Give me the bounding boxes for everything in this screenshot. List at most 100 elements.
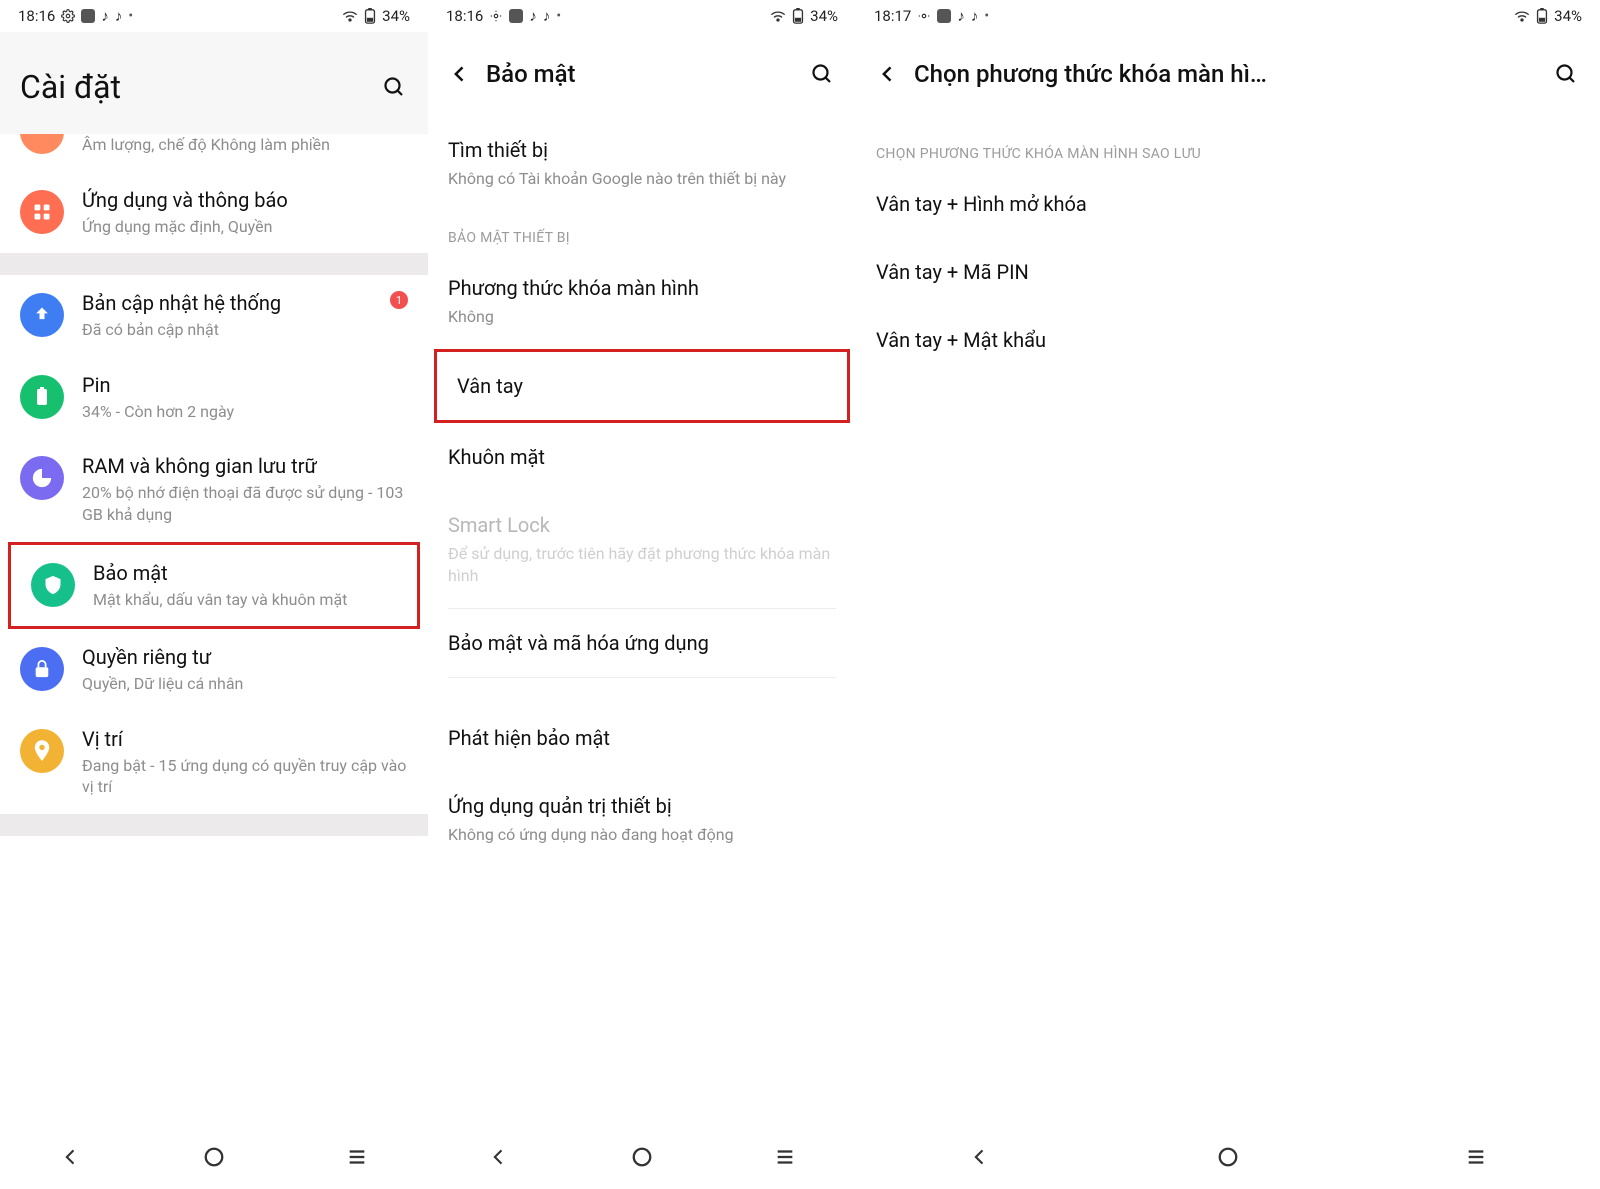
item-title: Phương thức khóa màn hình — [448, 276, 836, 300]
settings-list: Âm lượng, chế độ Không làm phiền Ứng dụn… — [0, 134, 428, 1125]
settings-item-storage[interactable]: RAM và không gian lưu trữ 20% bộ nhớ điệ… — [0, 438, 428, 541]
lock-options-list: CHỌN PHƯƠNG THỨC KHÓA MÀN HÌNH SAO LƯU V… — [856, 116, 1600, 1125]
search-button[interactable] — [380, 73, 408, 101]
highlight-security: Bảo mật Mật khẩu, dấu vân tay và khuôn m… — [8, 542, 420, 630]
tiktok-icon: ♪ — [543, 7, 551, 25]
battery-icon — [792, 8, 804, 24]
item-screen-lock[interactable]: Phương thức khóa màn hình Không — [428, 254, 856, 350]
more-icon: • — [128, 8, 133, 24]
settings-item-battery[interactable]: Pin 34% - Còn hơn 2 ngày — [0, 357, 428, 439]
item-title: Vân tay + Hình mở khóa — [876, 192, 1580, 216]
item-find-device[interactable]: Tìm thiết bị Không có Tài khoản Google n… — [428, 116, 856, 212]
battery-percent: 34% — [1554, 7, 1582, 25]
item-subtitle: Mật khẩu, dấu vân tay và khuôn mặt — [93, 589, 397, 611]
item-title: Bản cập nhật hệ thống — [82, 291, 372, 315]
settings-item-security[interactable]: Bảo mật Mật khẩu, dấu vân tay và khuôn m… — [11, 545, 417, 627]
navigation-bar — [0, 1125, 428, 1189]
option-fingerprint-pattern[interactable]: Vân tay + Hình mở khóa — [856, 170, 1600, 238]
search-button[interactable] — [808, 60, 836, 88]
item-subtitle: Đã có bản cập nhật — [82, 319, 372, 341]
item-device-admin[interactable]: Ứng dụng quản trị thiết bị Không có ứng … — [428, 772, 856, 868]
item-title: Bảo mật và mã hóa ứng dụng — [448, 631, 836, 655]
tiktok-icon: ♪ — [971, 7, 979, 25]
header: Bảo mật — [428, 32, 856, 116]
item-subtitle: Âm lượng, chế độ Không làm phiền — [82, 134, 408, 156]
status-bar: 18:16 ♪ ♪ • 34% — [428, 0, 856, 32]
storage-icon — [20, 456, 64, 500]
nav-back-button[interactable] — [51, 1137, 91, 1177]
nav-recents-button[interactable] — [1456, 1137, 1496, 1177]
app-icon — [937, 9, 951, 23]
screen-choose-lock: 18:17 ♪ ♪ • 34% Chọn phương thức khóa mà… — [856, 0, 1600, 1189]
battery-icon — [1536, 8, 1548, 24]
battery-icon — [364, 8, 376, 24]
settings-item-sound[interactable]: Âm lượng, chế độ Không làm phiền — [0, 134, 428, 172]
screen-settings: 18:16 ♪ ♪ • 34% Cài đặt — [0, 0, 428, 1189]
option-fingerprint-pin[interactable]: Vân tay + Mã PIN — [856, 238, 1600, 306]
item-security-detect[interactable]: Phát hiện bảo mật — [428, 704, 856, 772]
shield-icon — [31, 563, 75, 607]
search-button[interactable] — [1552, 60, 1580, 88]
app-icon — [509, 9, 523, 23]
item-fingerprint[interactable]: Vân tay — [437, 352, 847, 420]
wifi-icon — [770, 10, 786, 22]
nav-back-button[interactable] — [479, 1137, 519, 1177]
item-subtitle: Quyền, Dữ liệu cá nhân — [82, 673, 408, 695]
highlight-fingerprint: Vân tay — [434, 349, 850, 423]
item-subtitle: Không — [448, 306, 836, 328]
wifi-icon — [342, 10, 358, 22]
notification-badge: 1 — [390, 291, 408, 309]
settings-item-update[interactable]: Bản cập nhật hệ thống Đã có bản cập nhật… — [0, 275, 428, 357]
item-face[interactable]: Khuôn mặt — [428, 423, 856, 491]
item-subtitle: 34% - Còn hơn 2 ngày — [82, 401, 408, 423]
item-title: Vân tay — [457, 374, 827, 398]
screen-security: 18:16 ♪ ♪ • 34% Bảo mật Tìm thiết bị Khô… — [428, 0, 856, 1189]
app-icon — [81, 9, 95, 23]
navigation-bar — [856, 1125, 1600, 1189]
item-subtitle: Không có ứng dụng nào đang hoạt động — [448, 824, 836, 846]
option-fingerprint-password[interactable]: Vân tay + Mật khẩu — [856, 306, 1600, 374]
battery-item-icon — [20, 375, 64, 419]
item-subtitle: Không có Tài khoản Google nào trên thiết… — [448, 168, 836, 190]
item-subtitle: Để sử dụng, trước tiên hãy đặt phương th… — [448, 543, 836, 586]
section-divider — [0, 814, 428, 836]
page-title: Chọn phương thức khóa màn hì… — [914, 60, 1538, 88]
status-time: 18:17 — [874, 7, 911, 25]
item-title: Vân tay + Mật khẩu — [876, 328, 1580, 352]
update-icon — [20, 293, 64, 337]
tiktok-icon: ♪ — [957, 7, 965, 25]
tiktok-icon: ♪ — [115, 7, 123, 25]
page-title: Cài đặt — [20, 68, 366, 106]
back-button[interactable] — [448, 62, 472, 86]
battery-percent: 34% — [382, 7, 410, 25]
nav-home-button[interactable] — [194, 1137, 234, 1177]
item-title: Bảo mật — [93, 561, 397, 585]
tiktok-icon: ♪ — [529, 7, 537, 25]
settings-item-apps[interactable]: Ứng dụng và thông báo Ứng dụng mặc định,… — [0, 172, 428, 254]
nav-home-button[interactable] — [1208, 1137, 1248, 1177]
item-smart-lock: Smart Lock Để sử dụng, trước tiên hãy đặ… — [428, 491, 856, 608]
status-bar: 18:17 ♪ ♪ • 34% — [856, 0, 1600, 32]
item-title: Vị trí — [82, 727, 408, 751]
item-app-security[interactable]: Bảo mật và mã hóa ứng dụng — [428, 609, 856, 677]
item-subtitle: Đang bật - 15 ứng dụng có quyền truy cập… — [82, 755, 408, 798]
back-button[interactable] — [876, 62, 900, 86]
nav-recents-button[interactable] — [765, 1137, 805, 1177]
item-title: RAM và không gian lưu trữ — [82, 454, 408, 478]
settings-item-privacy[interactable]: Quyền riêng tư Quyền, Dữ liệu cá nhân — [0, 629, 428, 711]
section-header: CHỌN PHƯƠNG THỨC KHÓA MÀN HÌNH SAO LƯU — [856, 116, 1600, 170]
item-title: Ứng dụng quản trị thiết bị — [448, 794, 836, 818]
settings-item-location[interactable]: Vị trí Đang bật - 15 ứng dụng có quyền t… — [0, 711, 428, 814]
item-title: Tìm thiết bị — [448, 138, 836, 162]
more-icon: • — [984, 8, 989, 24]
status-time: 18:16 — [446, 7, 483, 25]
more-icon: • — [556, 8, 561, 24]
nav-recents-button[interactable] — [337, 1137, 377, 1177]
nav-home-button[interactable] — [622, 1137, 662, 1177]
nav-back-button[interactable] — [960, 1137, 1000, 1177]
header: Cài đặt — [0, 32, 428, 134]
item-title: Smart Lock — [448, 513, 836, 537]
section-spacer — [428, 678, 856, 704]
volume-icon — [20, 134, 64, 154]
gear-icon — [917, 9, 931, 23]
